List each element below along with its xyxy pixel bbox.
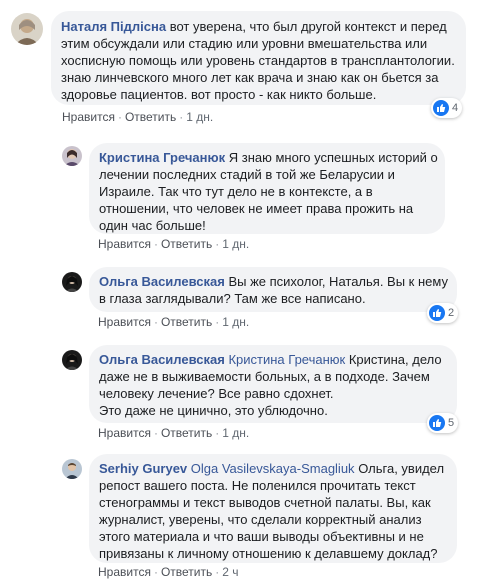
reply-link[interactable]: Ответить [125,110,176,124]
separator-dot: · [117,110,122,124]
timestamp[interactable]: 1 дн. [222,315,249,329]
like-link[interactable]: Нравится [62,110,115,124]
avatar[interactable] [11,13,43,45]
comment-author[interactable]: Ольга Василевская [99,274,225,289]
separator-dot: · [153,237,158,251]
reaction-number: 4 [452,102,459,114]
timestamp[interactable]: 1 дн. [186,110,213,124]
comment-actions: Нравится · Ответить · 1 дн. [98,315,249,329]
separator-dot: · [153,426,158,440]
separator-dot: · [179,110,184,124]
reply-link[interactable]: Ответить [161,426,212,440]
timestamp[interactable]: 1 дн. [222,426,249,440]
separator-dot: · [215,426,220,440]
comment-bubble: Ольга Василевская Вы же психолог, Наталь… [89,267,457,312]
like-link[interactable]: Нравится [98,237,151,251]
reply-link[interactable]: Ответить [161,315,212,329]
comment-author[interactable]: Serhiy Guryev [99,461,187,476]
timestamp[interactable]: 2 ч [222,565,238,579]
like-icon [429,305,445,321]
comment-text-line: этим обсуждали или стадию или уровни вме… [61,36,428,51]
comment-text-line: Израиле. Так что тут дело не в контексте… [99,184,373,199]
comment-text-line: журналист, уверены, что сделали корректн… [99,512,422,527]
comment-author[interactable]: Ольга Василевская [99,352,225,367]
comment-text-line: даже не в выживаемости больных, а в подх… [99,369,430,384]
separator-dot: · [153,565,158,579]
user-photo-icon [65,463,79,479]
separator-dot: · [153,315,158,329]
comment-bubble: Ольга Василевская Кристина Гречанюк Крис… [89,345,457,423]
comment-text-line: человеку лечение? Все равно сдохнет. [99,386,334,401]
like-link[interactable]: Нравится [98,426,151,440]
comment-text-line: репост вашего поста. Не поленился прочит… [99,478,416,493]
comment-bubble: Кристина Гречанюк Я знаю много успешных … [89,143,445,234]
comment-text-line: здоровье пациентов. вот просто - как ник… [61,87,377,102]
user-photo-icon [65,354,79,370]
comment-text-line: в глаза заглядывали? Там же все написано… [99,291,366,306]
reply-link[interactable]: Ответить [161,565,212,579]
comment-author[interactable]: Наталя Підлісна [61,19,166,34]
mention-link[interactable]: Olga Vasilevskaya-Smagliuk [191,461,355,476]
comment-text-line: этого материала и что ваши выводы объект… [99,529,424,544]
like-icon [429,415,445,431]
comment-bubble: Serhiy Guryev Olga Vasilevskaya-Smagliuk… [89,454,457,563]
reaction-number: 2 [448,307,455,319]
comment-actions: Нравится · Ответить · 1 дн. [98,426,249,440]
timestamp[interactable]: 1 дн. [222,237,249,251]
reaction-count[interactable]: 4 [431,98,463,118]
comment-text-line: один час больше! [99,218,206,233]
comment-text-line: лечении последних стадий в той же Белару… [99,167,395,182]
avatar[interactable] [62,459,82,479]
avatar[interactable] [62,272,82,292]
comment-text-line: отношении, что человек не имеет права пр… [99,201,414,216]
separator-dot: · [215,315,220,329]
avatar[interactable] [62,350,82,370]
user-photo-icon [15,19,39,45]
comment-text-line: Это даже не цинично, это ублюдочно. [99,403,328,418]
comment-text-line: хосписную помощь или уровень стандартов … [61,53,455,68]
like-icon [433,100,449,116]
comment-text-line: Я знаю много успешных историй о [228,150,438,165]
mention-link[interactable]: Кристина Гречанюк [228,352,345,367]
reply-link[interactable]: Ответить [161,237,212,251]
comment-text-line: вот уверена, что был другой контекст и п… [169,19,447,34]
separator-dot: · [215,237,220,251]
comment-actions: Нравится · Ответить · 2 ч [98,565,239,579]
like-link[interactable]: Нравится [98,565,151,579]
reaction-count[interactable]: 5 [427,413,459,433]
comment-author[interactable]: Кристина Гречанюк [99,150,225,165]
reaction-count[interactable]: 2 [427,303,459,323]
comment-text-line: Кристина, дело [348,352,442,367]
reaction-number: 5 [448,417,455,429]
like-link[interactable]: Нравится [98,315,151,329]
avatar[interactable] [62,146,82,166]
user-photo-icon [64,149,80,166]
comment-text-line: Ольга, увидел [358,461,445,476]
user-photo-icon [65,276,79,292]
comment-text-line: Вы же психолог, Наталья. Вы к нему [228,274,448,289]
separator-dot: · [215,565,220,579]
comment-text-line: стенограммы и текст выводов счетной пала… [99,495,431,510]
comment-actions: Нравится · Ответить · 1 дн. [62,110,213,124]
comment-actions: Нравится · Ответить · 1 дн. [98,237,249,251]
comment-text-line: знаю линчевского много лет как врача и з… [61,70,439,85]
comment-bubble: Наталя Підлісна вот уверена, что был дру… [51,11,466,105]
comment-text-line: привязаны к личному отношению к делавшем… [99,546,438,561]
